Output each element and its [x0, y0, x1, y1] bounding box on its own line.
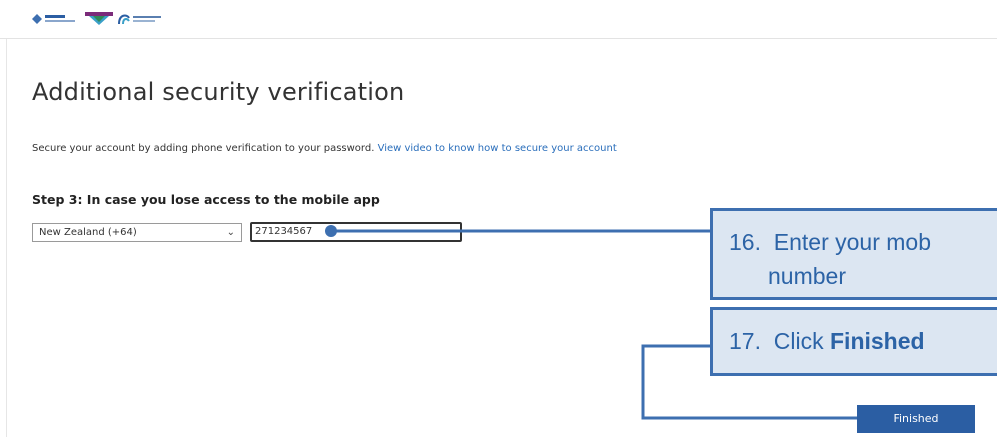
org-logo-1	[32, 14, 75, 24]
org-logo-3	[118, 14, 161, 25]
callout-step-16: 16. Enter your mob number	[710, 208, 997, 300]
page-description: Secure your account by adding phone veri…	[32, 143, 617, 154]
country-code-select[interactable]: New Zealand (+64) ⌄	[32, 223, 242, 242]
callout-17-text: Click	[773, 328, 824, 354]
video-link[interactable]: View video to know how to secure your ac…	[378, 143, 617, 154]
page-title: Additional security verification	[32, 78, 405, 106]
callout-17-number: 17.	[729, 328, 761, 354]
description-text: Secure your account by adding phone veri…	[32, 143, 375, 154]
finished-button[interactable]: Finished	[857, 405, 975, 433]
callout-17-bold: Finished	[830, 328, 925, 354]
chevron-down-icon: ⌄	[226, 227, 235, 238]
phone-number-value: 271234567	[255, 226, 313, 237]
callout-16-number: 16.	[729, 229, 761, 255]
country-select-value: New Zealand (+64)	[39, 227, 137, 238]
phone-number-input[interactable]: 271234567	[250, 222, 462, 242]
callout-16-text-line2: number	[768, 263, 846, 289]
callout-16-text: Enter your mob	[773, 229, 932, 255]
header-bar	[0, 0, 997, 39]
org-logo-2	[85, 12, 113, 25]
callout-step-17: 17. Click Finished	[710, 307, 997, 376]
step-heading: Step 3: In case you lose access to the m…	[32, 192, 380, 207]
